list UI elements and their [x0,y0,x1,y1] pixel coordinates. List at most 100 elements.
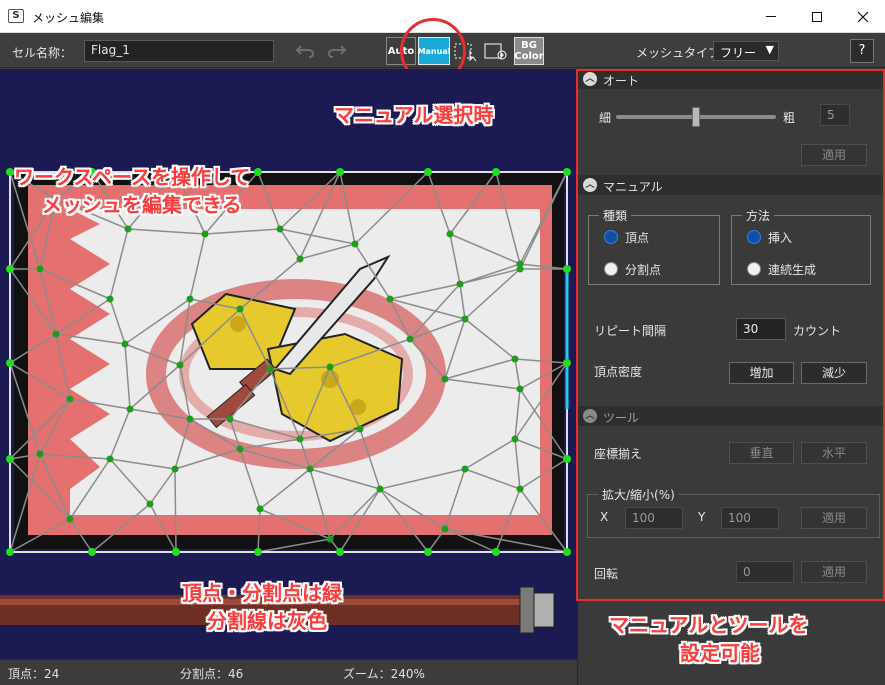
vertex-count: 頂点：24 [8,667,60,681]
minimize-icon [766,16,776,17]
split-point[interactable] [406,335,414,343]
split-point[interactable] [461,465,469,473]
split-point[interactable] [446,230,454,238]
mesh-type-select[interactable]: フリー ▼ [713,41,779,61]
boundary-vertex[interactable] [172,548,180,556]
boundary-vertex[interactable] [563,265,571,273]
annotation-workspace-2: メッシュを編集できる [42,193,242,217]
minimize-button[interactable] [748,0,794,33]
panel-highlight-box [576,69,885,601]
split-point[interactable] [256,505,264,513]
split-point[interactable] [66,395,74,403]
boundary-vertex[interactable] [424,168,432,176]
split-point[interactable] [36,265,44,273]
split-point[interactable] [376,485,384,493]
maximize-icon [812,11,822,22]
undo-button[interactable] [292,40,318,62]
mesh-type-value: フリー [720,46,757,60]
boundary-vertex[interactable] [6,359,14,367]
boundary-vertex[interactable] [88,548,96,556]
pole-cap-end [533,592,555,628]
help-button[interactable]: ? [850,39,874,63]
split-point[interactable] [66,515,74,523]
split-line [174,468,177,553]
mesh-workspace[interactable]: マニュアル選択時 ワークスペースを操作して メッシュを編集できる 頂点・分割点は… [0,69,577,659]
split-point[interactable] [236,305,244,313]
boundary-vertex[interactable] [563,359,571,367]
split-point[interactable] [326,535,334,543]
zoom-tool-button[interactable] [482,37,510,65]
boundary-vertex[interactable] [336,548,344,556]
split-point[interactable] [276,225,284,233]
split-point[interactable] [441,375,449,383]
boundary-vertex[interactable] [492,548,500,556]
annotation-panel-1: マニュアルとツールを [609,613,809,637]
split-point[interactable] [306,465,314,473]
split-point[interactable] [226,415,234,423]
split-point[interactable] [441,525,449,533]
dropdown-arrow-icon: ▼ [765,43,774,56]
split-point[interactable] [326,363,334,371]
boundary-vertex[interactable] [254,548,262,556]
split-point[interactable] [186,415,194,423]
undo-icon [295,45,315,58]
split-point[interactable] [186,295,194,303]
boundary-vertex[interactable] [563,168,571,176]
split-point[interactable] [121,340,129,348]
split-point[interactable] [296,435,304,443]
bg-color-label-1: BG [521,40,537,51]
window-title: メッシュ編集 [32,11,105,25]
boundary-vertex[interactable] [6,265,14,273]
status-bar: 頂点：24 分割点：46 ズーム：240% [0,659,577,685]
split-point[interactable] [36,450,44,458]
redo-icon [327,45,347,58]
boundary-vertex[interactable] [563,548,571,556]
annotation-points-1: 頂点・分割点は緑 [182,581,342,605]
split-point[interactable] [456,280,464,288]
split-point[interactable] [266,365,274,373]
split-point[interactable] [236,445,244,453]
split-point[interactable] [461,315,469,323]
boundary-vertex[interactable] [492,168,500,176]
split-point[interactable] [516,485,524,493]
split-point[interactable] [386,295,394,303]
split-point[interactable] [511,355,519,363]
boundary-vertex[interactable] [563,455,571,463]
split-point[interactable] [516,265,524,273]
split-point[interactable] [351,240,359,248]
split-point[interactable] [296,255,304,263]
split-point[interactable] [106,295,114,303]
zoom-rect-icon [484,43,507,60]
zoom-level: ズーム：240% [343,667,425,681]
split-point[interactable] [124,225,132,233]
redo-button[interactable] [324,40,350,62]
split-point[interactable] [511,435,519,443]
maximize-button[interactable] [794,0,840,33]
cell-name-input[interactable]: Flag_1 [84,40,274,62]
app-icon: S [8,9,24,23]
mesh-canvas-svg [0,168,571,634]
boundary-vertex[interactable] [6,455,14,463]
bg-color-label-2: Color [514,51,544,62]
boundary-vertex[interactable] [424,548,432,556]
split-point[interactable] [146,500,154,508]
annotation-workspace-1: ワークスペースを操作して [14,165,251,189]
boundary-vertex[interactable] [6,168,14,176]
boundary-vertex[interactable] [336,168,344,176]
split-point[interactable] [106,455,114,463]
split-point[interactable] [126,405,134,413]
boundary-vertex[interactable] [6,548,14,556]
pole-cap [519,586,535,634]
annotation-panel-2: 設定可能 [680,641,760,665]
split-point[interactable] [52,330,60,338]
boundary-vertex[interactable] [254,168,262,176]
split-point-count: 分割点：46 [180,667,244,681]
split-point[interactable] [201,230,209,238]
split-point[interactable] [356,425,364,433]
split-point[interactable] [171,465,179,473]
split-point[interactable] [176,361,184,369]
split-point[interactable] [516,385,524,393]
bg-color-button[interactable]: BG Color [514,37,544,65]
close-button[interactable] [840,0,885,33]
annotation-manual-selected: マニュアル選択時 [334,103,494,127]
